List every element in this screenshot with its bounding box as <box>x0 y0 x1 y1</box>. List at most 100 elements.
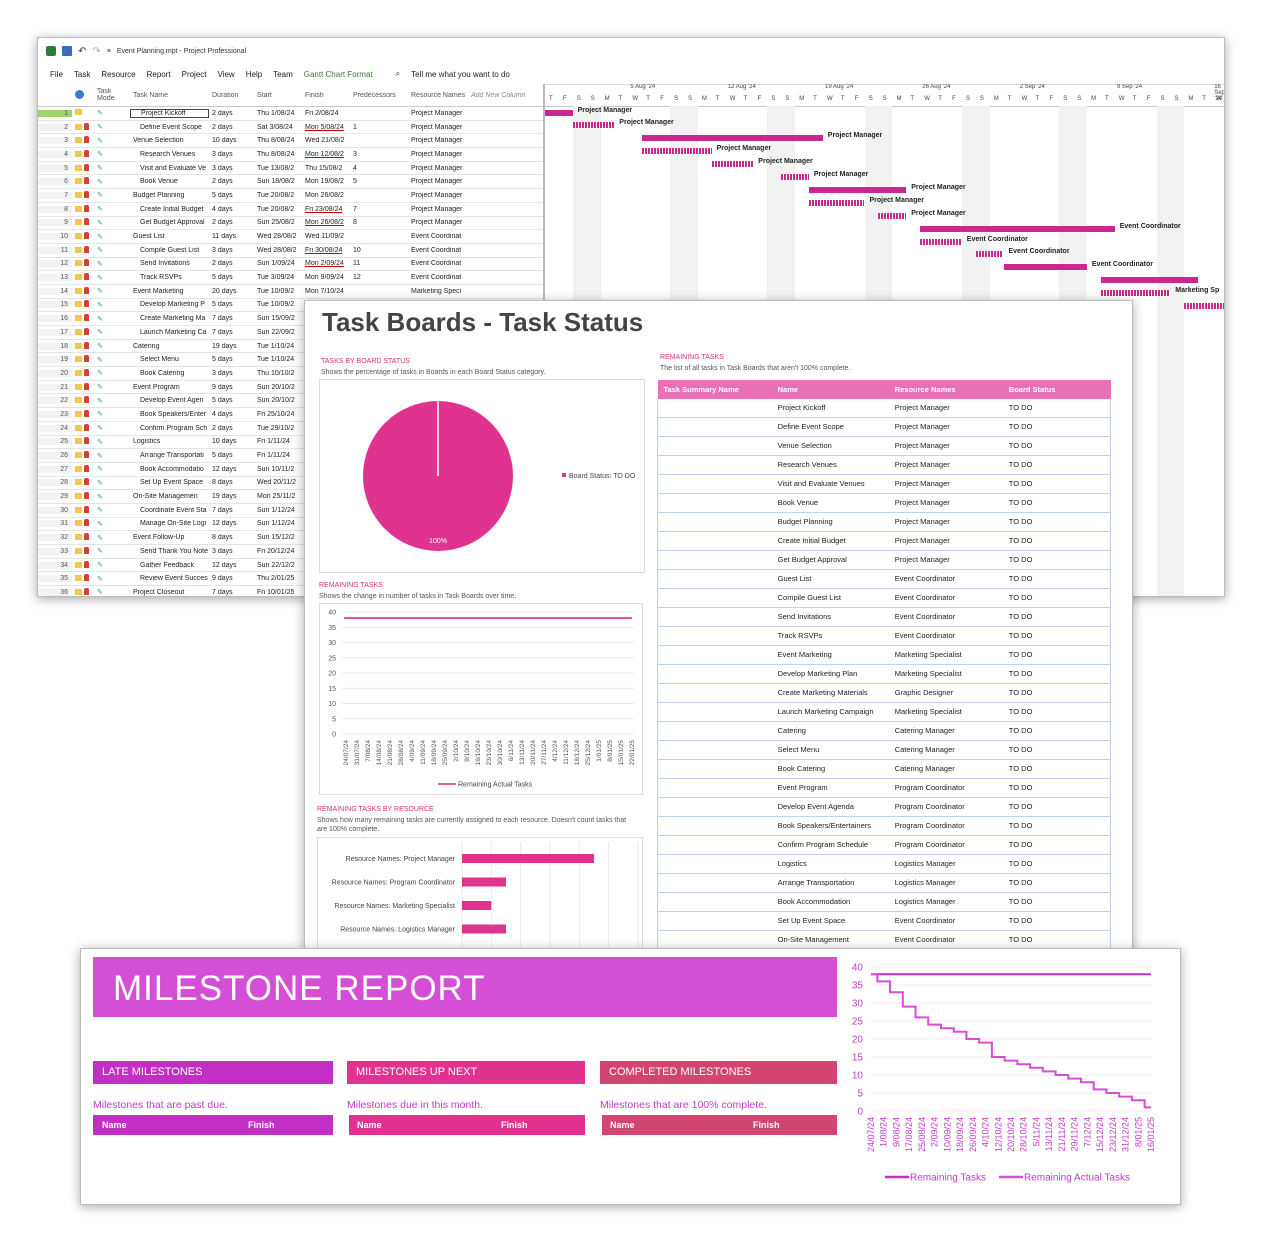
row-id[interactable]: 4 <box>38 150 72 158</box>
task-name-cell[interactable]: Event Follow-Up <box>130 534 209 541</box>
duration-cell[interactable]: 5 days <box>209 397 254 404</box>
add-new-column-header[interactable]: Add New Column <box>468 92 543 99</box>
predecessors-cell[interactable]: 4 <box>350 165 408 172</box>
task-name-cell[interactable]: Project Closeout <box>130 589 209 596</box>
start-cell[interactable]: Fri 10/01/25 <box>254 589 302 596</box>
duration-cell[interactable]: 2 days <box>209 124 254 131</box>
row-id[interactable]: 1 <box>38 109 72 117</box>
row-id[interactable]: 21 <box>38 383 72 391</box>
row-id[interactable]: 27 <box>38 465 72 473</box>
predecessors-cell[interactable]: 12 <box>350 274 408 281</box>
duration-cell[interactable]: 2 days <box>209 219 254 226</box>
table-row[interactable]: Develop Marketing Plan Marketing Speciali… <box>656 664 1111 684</box>
duration-cell[interactable]: 7 days <box>209 589 254 596</box>
finish-cell[interactable]: Wed 11/09/2 <box>302 233 350 240</box>
row-id[interactable]: 14 <box>38 287 72 295</box>
tell-me-box[interactable]: Tell me what you want to do <box>411 70 510 79</box>
start-cell[interactable]: Tue 1/10/24 <box>254 343 302 350</box>
gantt-task-bar[interactable] <box>572 122 615 129</box>
task-name-cell[interactable]: Project Kickoff <box>130 108 209 118</box>
task-name-cell[interactable]: Set Up Event Space <box>130 479 209 486</box>
task-name-cell[interactable]: Book Venue <box>130 178 209 185</box>
resource-cell[interactable]: Event Coordinat <box>408 247 468 254</box>
finish-cell[interactable]: Mon 5/08/24 <box>302 124 350 131</box>
gantt-task-bar[interactable] <box>808 186 907 193</box>
ribbon-tab-help[interactable]: Help <box>246 70 262 79</box>
duration-cell[interactable]: 3 days <box>209 548 254 555</box>
task-name-cell[interactable]: Send Invitations <box>130 260 209 267</box>
table-row[interactable]: Arrange Transportation Logistics Manager T… <box>656 873 1111 893</box>
duration-cell[interactable]: 8 days <box>209 534 254 541</box>
duration-cell[interactable]: 4 days <box>209 411 254 418</box>
row-id[interactable]: 2 <box>38 123 72 131</box>
ribbon-tab-task[interactable]: Task <box>74 70 90 79</box>
finish-cell[interactable]: Mon 26/08/2 <box>302 192 350 199</box>
task-row[interactable]: 8 ✎ Create Initial Budget 4 days Tue 20/08/2… <box>38 203 543 217</box>
row-id[interactable]: 5 <box>38 164 72 172</box>
row-id[interactable]: 22 <box>38 397 72 405</box>
task-name-cell[interactable]: Get Budget Approval <box>130 219 209 226</box>
table-row[interactable]: Confirm Program Schedule Program Coordina… <box>656 835 1111 855</box>
task-name-cell[interactable]: Define Event Scope <box>130 124 209 131</box>
start-cell[interactable]: Sun 25/08/2 <box>254 219 302 226</box>
task-row[interactable]: 12 ✎ Send Invitations 2 days Sun 1/09/24 Mon … <box>38 258 543 272</box>
duration-cell[interactable]: 5 days <box>209 192 254 199</box>
start-cell[interactable]: Fri 1/11/24 <box>254 438 302 445</box>
gantt-task-bar[interactable] <box>711 161 754 168</box>
table-row[interactable]: Create Marketing Materials Graphic Design… <box>656 683 1111 703</box>
task-mode-header[interactable]: Task Mode <box>94 88 130 102</box>
start-cell[interactable]: Sun 15/12/2 <box>254 534 302 541</box>
task-name-cell[interactable]: Catering <box>130 343 209 350</box>
duration-cell[interactable]: 5 days <box>209 274 254 281</box>
finish-header[interactable]: Finish <box>302 92 350 99</box>
task-name-header[interactable]: Task Name <box>130 92 209 99</box>
duration-cell[interactable]: 12 days <box>209 466 254 473</box>
duration-header[interactable]: Duration <box>209 92 254 99</box>
finish-cell[interactable]: Fri 23/08/24 <box>302 206 350 213</box>
start-cell[interactable]: Fri 25/10/24 <box>254 411 302 418</box>
task-name-cell[interactable]: Guest List <box>130 233 209 240</box>
table-row[interactable]: Budget Planning Project Manager TO DO <box>656 512 1111 532</box>
start-cell[interactable]: Fri 20/12/24 <box>254 548 302 555</box>
task-row[interactable]: 14 ✎ Event Marketing 20 days Tue 10/09/2 Mon … <box>38 285 543 299</box>
row-id[interactable]: 3 <box>38 137 72 145</box>
duration-cell[interactable]: 19 days <box>209 343 254 350</box>
duration-cell[interactable]: 10 days <box>209 137 254 144</box>
finish-cell[interactable]: Mon 2/09/24 <box>302 260 350 267</box>
start-cell[interactable]: Thu 8/08/24 <box>254 151 302 158</box>
task-name-cell[interactable]: Gather Feedback <box>130 562 209 569</box>
start-cell[interactable]: Tue 10/09/2 <box>254 301 302 308</box>
start-cell[interactable]: Tue 20/08/2 <box>254 206 302 213</box>
duration-cell[interactable]: 2 days <box>209 178 254 185</box>
start-cell[interactable]: Thu 10/10/2 <box>254 370 302 377</box>
ribbon-tab-gantt-format[interactable]: Gantt Chart Format <box>304 70 373 79</box>
task-row[interactable]: 3 ✎ Venue Selection 10 days Thu 8/08/24 Wed 2… <box>38 134 543 149</box>
duration-cell[interactable]: 2 days <box>209 110 254 117</box>
predecessors-cell[interactable]: 8 <box>350 219 408 226</box>
task-row[interactable]: 11 ✎ Compile Guest List 3 days Wed 28/08/2 Fr… <box>38 244 543 258</box>
row-id[interactable]: 30 <box>38 506 72 514</box>
duration-cell[interactable]: 7 days <box>209 507 254 514</box>
duration-cell[interactable]: 4 days <box>209 206 254 213</box>
table-row[interactable]: Develop Event Agenda Program Coordinator T… <box>656 797 1111 817</box>
task-name-cell[interactable]: On-Site Managemen <box>130 493 209 500</box>
finish-cell[interactable]: Fri 2/08/24 <box>302 110 350 117</box>
ribbon-tab-report[interactable]: Report <box>147 70 171 79</box>
task-name-cell[interactable]: Manage On-Site Logi <box>130 520 209 527</box>
start-cell[interactable]: Thu 1/08/24 <box>254 110 302 117</box>
finish-cell[interactable]: Mon 12/08/2 <box>302 151 350 158</box>
duration-cell[interactable]: 12 days <box>209 520 254 527</box>
row-id[interactable]: 36 <box>38 588 72 596</box>
predecessors-header[interactable]: Predecessors <box>350 92 408 99</box>
task-name-cell[interactable]: Logistics <box>130 438 209 445</box>
row-id[interactable]: 7 <box>38 191 72 199</box>
row-id[interactable]: 18 <box>38 342 72 350</box>
row-id[interactable]: 34 <box>38 561 72 569</box>
resource-cell[interactable]: Project Manager <box>408 137 468 144</box>
table-row[interactable]: Logistics Logistics Manager TO DO <box>656 854 1111 874</box>
duration-cell[interactable]: 19 days <box>209 493 254 500</box>
table-row[interactable]: Send Invitations Event Coordinator TO DO <box>656 607 1111 627</box>
row-id[interactable]: 25 <box>38 438 72 446</box>
gantt-task-bar[interactable] <box>642 148 712 155</box>
start-cell[interactable]: Tue 13/08/2 <box>254 165 302 172</box>
